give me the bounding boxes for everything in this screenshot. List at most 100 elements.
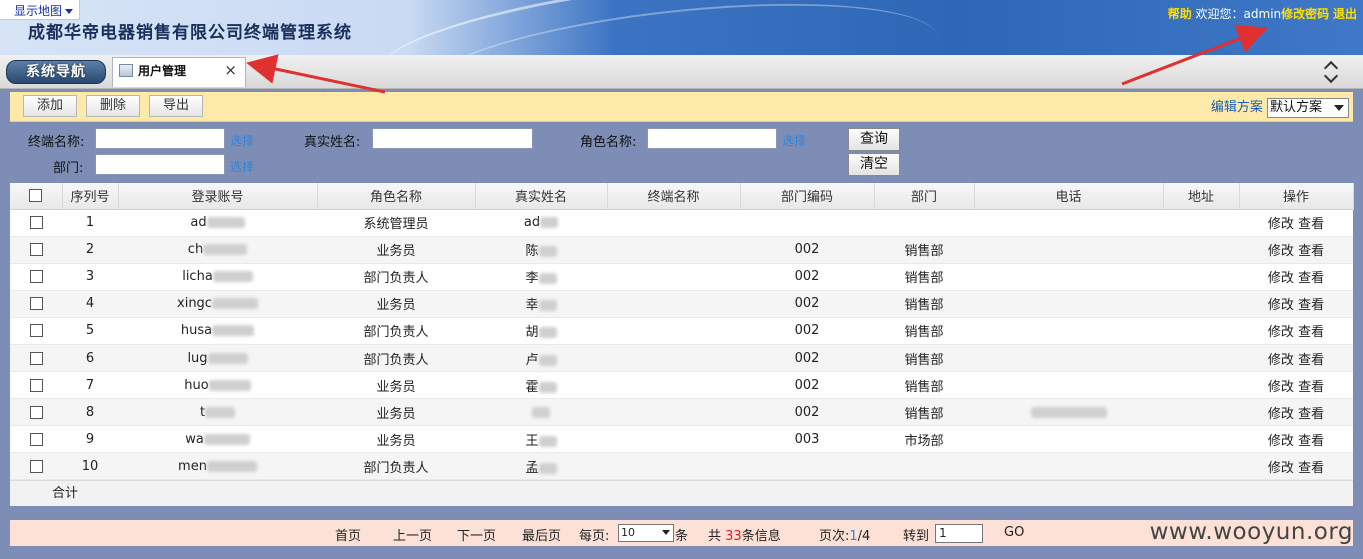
column-header[interactable]: 真实姓名 <box>475 183 608 210</box>
row-select-cell[interactable] <box>10 344 62 373</box>
column-header[interactable]: 地址 <box>1163 183 1240 210</box>
row-select-cell[interactable] <box>10 371 62 400</box>
view-link[interactable]: 查看 <box>1298 434 1324 449</box>
table-row[interactable]: 8 t 业务员 002 销售部 修改 查看 <box>10 398 1353 427</box>
row-checkbox[interactable] <box>29 351 43 365</box>
column-header[interactable]: 终端名称 <box>607 183 741 210</box>
row-select-cell[interactable] <box>10 425 62 454</box>
view-link[interactable]: 查看 <box>1298 461 1324 476</box>
cell-seq: 8 <box>62 398 118 427</box>
last-page-link[interactable]: 最后页 <box>522 525 561 544</box>
tab-user-management[interactable]: 用户管理 × <box>112 57 246 87</box>
edit-link[interactable]: 修改 <box>1268 407 1294 422</box>
view-link[interactable]: 查看 <box>1298 380 1324 395</box>
change-password-link[interactable]: 修改密码 <box>1281 7 1329 21</box>
terminal-name-input[interactable] <box>95 128 225 149</box>
add-button[interactable]: 添加 <box>23 95 77 117</box>
view-link[interactable]: 查看 <box>1298 271 1324 286</box>
goto-page-input[interactable]: 1 <box>935 524 983 543</box>
view-link[interactable]: 查看 <box>1298 353 1324 368</box>
table-row[interactable]: 2 ch 业务员 陈 002 销售部 修改 查看 <box>10 236 1353 264</box>
row-checkbox[interactable] <box>29 216 43 230</box>
next-page-link[interactable]: 下一页 <box>457 525 496 544</box>
row-select-cell[interactable] <box>10 209 62 237</box>
edit-link[interactable]: 修改 <box>1268 271 1294 286</box>
column-header[interactable]: 部门 <box>874 183 975 210</box>
cell-role-text: 业务员 <box>376 244 416 260</box>
clear-button[interactable]: 清空 <box>848 153 900 176</box>
table-row[interactable]: 3 licha 部门负责人 李 002 销售部 修改 查看 <box>10 263 1353 291</box>
view-link[interactable]: 查看 <box>1298 298 1324 313</box>
dept-input[interactable] <box>95 154 225 175</box>
row-select-cell[interactable] <box>10 398 62 427</box>
table-row[interactable]: 4 xingc 业务员 幸 002 销售部 修改 查看 <box>10 290 1353 318</box>
prev-page-link[interactable]: 上一页 <box>393 525 432 544</box>
edit-link[interactable]: 修改 <box>1268 298 1294 313</box>
column-header[interactable]: 登录账号 <box>118 183 318 210</box>
column-header[interactable]: 序列号 <box>62 183 119 210</box>
edit-link[interactable]: 修改 <box>1268 353 1294 368</box>
view-link[interactable]: 查看 <box>1298 217 1324 232</box>
row-select-cell[interactable] <box>10 236 62 264</box>
system-nav-button[interactable]: 系统导航 <box>6 60 106 84</box>
row-checkbox[interactable] <box>29 405 43 419</box>
map-toggle-button[interactable]: 显示地图 <box>0 0 81 20</box>
export-button[interactable]: 导出 <box>149 95 203 117</box>
table-row[interactable]: 9 wa 业务员 王 003 市场部 修改 查看 <box>10 425 1353 454</box>
row-checkbox[interactable] <box>29 243 43 257</box>
go-button[interactable]: GO <box>1004 525 1024 540</box>
table-row[interactable]: 10 men 部门负责人 孟 修改 查看 <box>10 452 1353 481</box>
row-checkbox[interactable] <box>29 297 43 311</box>
help-link[interactable]: 帮助 <box>1168 7 1192 21</box>
redaction-mark <box>212 271 253 283</box>
real-name-input[interactable] <box>372 128 533 149</box>
table-row[interactable]: 6 lug 部门负责人 卢 002 销售部 修改 查看 <box>10 344 1353 373</box>
role-pick-link[interactable]: 选择 <box>782 132 806 149</box>
edit-link[interactable]: 修改 <box>1268 461 1294 476</box>
tab-scroll-control[interactable] <box>1323 57 1341 87</box>
row-checkbox[interactable] <box>29 270 43 284</box>
row-select-cell[interactable] <box>10 290 62 318</box>
column-header[interactable]: 角色名称 <box>317 183 476 210</box>
query-button[interactable]: 查询 <box>848 128 900 151</box>
cell-address <box>1163 263 1239 291</box>
row-checkbox[interactable] <box>29 432 43 446</box>
cell-role: 部门负责人 <box>317 263 475 291</box>
view-link[interactable]: 查看 <box>1298 407 1324 422</box>
view-link[interactable]: 查看 <box>1298 325 1324 340</box>
row-checkbox[interactable] <box>29 459 43 473</box>
first-page-link[interactable]: 首页 <box>335 525 361 544</box>
cell-terminal <box>607 425 740 454</box>
table-row[interactable]: 1 ad 系统管理员 ad 修改 查看 <box>10 209 1353 237</box>
cell-seq-text: 7 <box>85 377 95 393</box>
page-label: 页次: <box>819 529 850 544</box>
row-select-cell[interactable] <box>10 452 62 481</box>
terminal-pick-link[interactable]: 选择 <box>230 132 254 149</box>
logout-link[interactable]: 退出 <box>1333 7 1357 21</box>
row-checkbox[interactable] <box>29 378 43 392</box>
edit-plan-link[interactable]: 编辑方案 <box>1211 100 1263 115</box>
column-header[interactable]: 电话 <box>974 183 1164 210</box>
plan-select[interactable]: 默认方案 <box>1267 97 1349 118</box>
edit-link[interactable]: 修改 <box>1268 380 1294 395</box>
edit-link[interactable]: 修改 <box>1268 325 1294 340</box>
role-name-input[interactable] <box>647 128 777 149</box>
table-row[interactable]: 7 huo 业务员 霍 002 销售部 修改 查看 <box>10 371 1353 400</box>
column-header[interactable]: 部门编码 <box>740 183 875 210</box>
select-all-checkbox[interactable] <box>29 189 43 203</box>
delete-button[interactable]: 删除 <box>86 95 140 117</box>
dept-pick-link[interactable]: 选择 <box>230 158 254 175</box>
cell-actions: 修改 查看 <box>1239 452 1353 481</box>
row-checkbox[interactable] <box>29 324 43 338</box>
edit-link[interactable]: 修改 <box>1268 434 1294 449</box>
edit-link[interactable]: 修改 <box>1268 244 1294 259</box>
cell-account: t <box>118 398 317 427</box>
per-page-select[interactable]: 10 <box>618 524 674 542</box>
view-link[interactable]: 查看 <box>1298 244 1324 259</box>
row-select-cell[interactable] <box>10 263 62 291</box>
row-select-cell[interactable] <box>10 317 62 345</box>
edit-link[interactable]: 修改 <box>1268 217 1294 232</box>
close-icon[interactable]: × <box>224 61 237 79</box>
table-row[interactable]: 5 husa 部门负责人 胡 002 销售部 修改 查看 <box>10 317 1353 345</box>
cell-phone <box>974 236 1163 264</box>
